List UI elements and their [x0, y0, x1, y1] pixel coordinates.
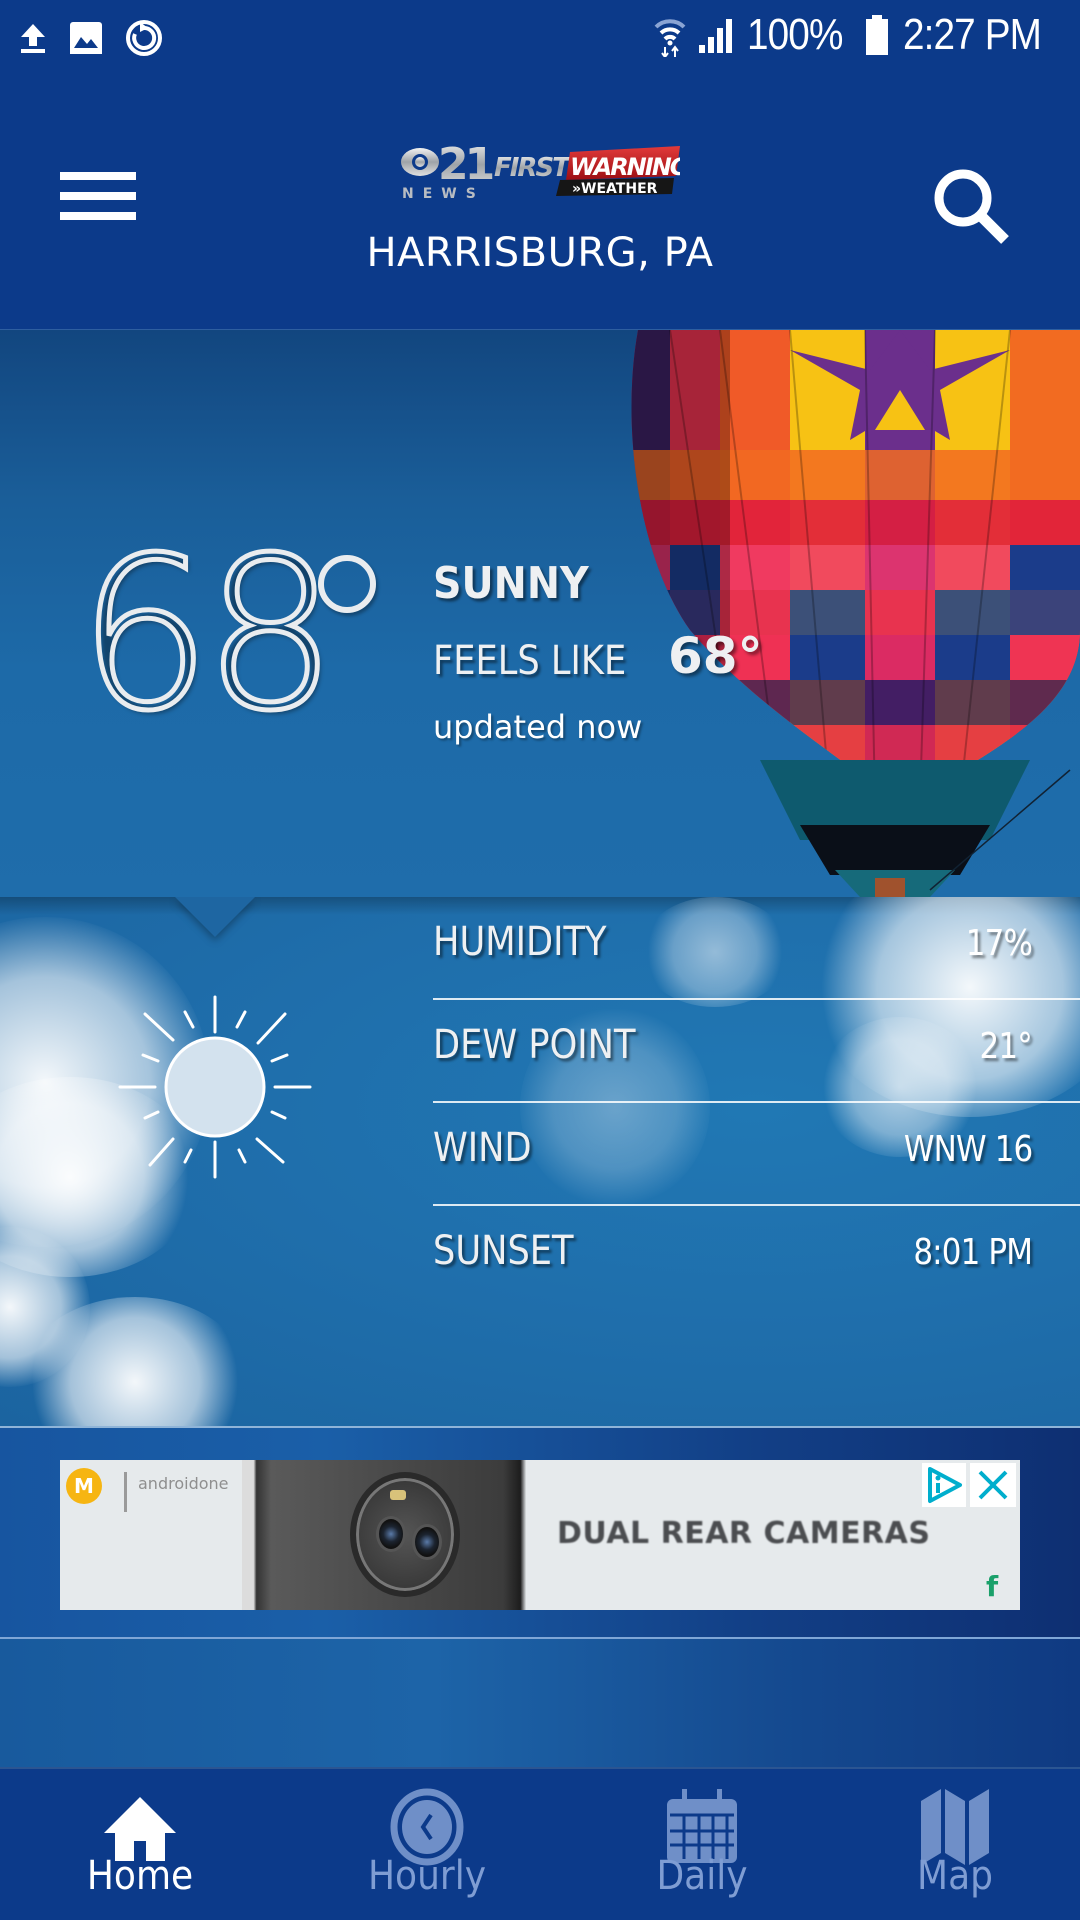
sun-icon: [118, 995, 312, 1179]
detail-label: WIND: [433, 1125, 532, 1171]
camera-lens: [376, 1516, 406, 1552]
adchoices-icon[interactable]: [922, 1463, 966, 1507]
current-conditions-hero: 68 SUNNY FEELS LIKE 68° updated now: [0, 330, 1080, 897]
cbs-eye-icon: [401, 148, 439, 176]
ad-brand-text: androidone: [138, 1474, 229, 1493]
nav-label: Map: [917, 1853, 993, 1899]
system-status: 100% 2:27 PM: [653, 10, 1060, 60]
detail-value: WNW 16: [903, 1129, 1033, 1170]
motorola-logo-icon: [66, 1468, 102, 1504]
search-icon[interactable]: [925, 160, 1015, 250]
pointer-notch: [175, 897, 255, 937]
background-gradient: [0, 1639, 1080, 1767]
google-fi-icon: f: [986, 1570, 999, 1603]
hamburger-menu-icon-bar: [60, 212, 136, 220]
detail-row-wind: WIND WNW 16: [433, 1103, 1080, 1206]
sync-icon: [126, 20, 162, 56]
logo-news-text: NEWS: [402, 186, 485, 202]
ad-banner[interactable]: androidone DUAL REAR CAMERAS f: [60, 1460, 1020, 1610]
nav-label: Home: [86, 1853, 194, 1899]
detail-value: 17%: [965, 923, 1033, 964]
degree-symbol: [318, 555, 376, 613]
clock: 2:27 PM: [903, 10, 1042, 59]
logo-weather-text: »WEATHER: [572, 181, 658, 197]
hamburger-menu-icon: [60, 172, 136, 180]
notification-icons: [18, 18, 164, 58]
current-temperature: 68: [75, 512, 339, 757]
detail-value: 8:01 PM: [913, 1232, 1033, 1273]
status-bar: 100% 2:27 PM: [0, 0, 1080, 80]
logo-warning-text: WARNING: [570, 153, 680, 181]
updated-timestamp: updated now: [433, 708, 643, 746]
close-icon[interactable]: [970, 1463, 1016, 1507]
nav-label: Hourly: [367, 1853, 487, 1899]
detail-row-sunset: SUNSET 8:01 PM: [433, 1206, 1080, 1309]
battery-full-icon: [866, 15, 889, 55]
detail-row-humidity: HUMIDITY 17%: [433, 897, 1080, 1000]
nav-label: Daily: [656, 1853, 748, 1899]
detail-value: 21°: [979, 1026, 1033, 1067]
nav-tab-home[interactable]: Home: [30, 1769, 250, 1920]
conditions-details-panel: HUMIDITY 17% DEW POINT 21° WIND WNW 16 S…: [0, 897, 1080, 1428]
nav-tab-daily[interactable]: Daily: [592, 1769, 812, 1920]
hot-air-balloon-image: [631, 330, 1080, 897]
camera-lens: [412, 1524, 442, 1560]
detail-label: SUNSET: [433, 1228, 574, 1274]
app-header: 21 NEWS FIRST WARNING »WEATHER HARRISBUR…: [0, 80, 1080, 330]
ad-banner-area: androidone DUAL REAR CAMERAS f: [0, 1428, 1080, 1639]
location-title[interactable]: HARRISBURG, PA: [0, 230, 1080, 276]
station-logo: 21 NEWS FIRST WARNING »WEATHER: [401, 142, 680, 202]
detail-label: HUMIDITY: [433, 919, 607, 965]
wifi-data-icon: [654, 19, 685, 57]
hamburger-menu-button[interactable]: [60, 172, 138, 232]
hamburger-menu-icon-bar: [60, 192, 136, 200]
detail-row-dew-point: DEW POINT 21°: [433, 1000, 1080, 1103]
nav-tab-map[interactable]: Map: [845, 1769, 1065, 1920]
image-icon: [70, 22, 102, 54]
feels-like-label: FEELS LIKE: [433, 638, 627, 684]
camera-flash: [390, 1490, 406, 1500]
condition-text: SUNNY: [433, 558, 589, 609]
upload-icon: [21, 24, 45, 53]
ad-divider: [124, 1472, 127, 1512]
logo-first-text: FIRST: [494, 153, 572, 183]
signal-icon: [698, 19, 732, 53]
bottom-navigation: Home Hourly Daily Map: [0, 1767, 1080, 1920]
feels-like-value: 68°: [668, 627, 763, 685]
battery-percent: 100%: [746, 10, 843, 59]
logo-station-number: 21: [438, 142, 493, 190]
detail-label: DEW POINT: [433, 1022, 636, 1068]
ad-headline: DUAL REAR CAMERAS: [557, 1516, 931, 1551]
nav-tab-hourly[interactable]: Hourly: [317, 1769, 537, 1920]
